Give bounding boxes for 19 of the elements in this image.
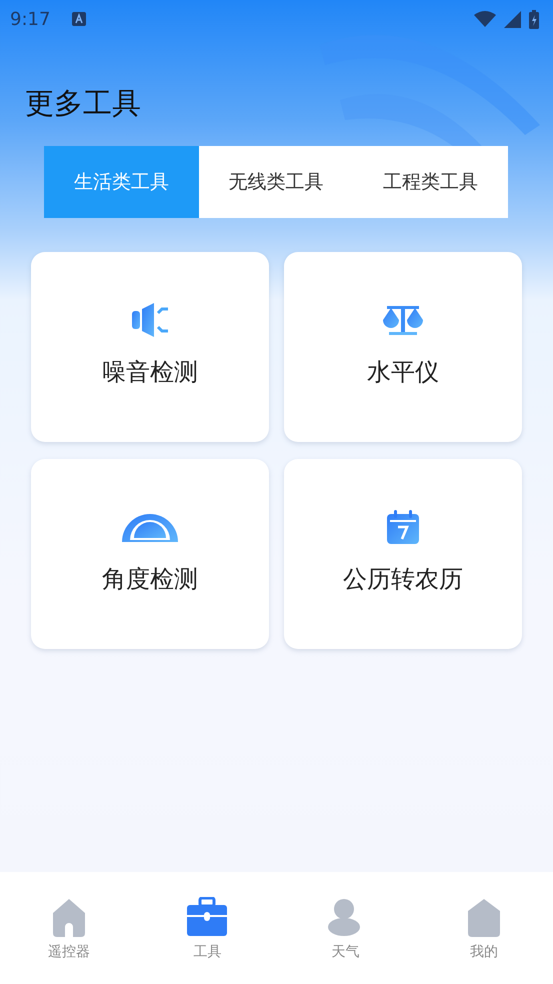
calendar-icon [387,510,419,544]
signal-icon [504,10,521,28]
scale-icon [381,304,425,336]
tool-label: 水平仪 [367,357,439,388]
tool-label: 公历转农历 [343,564,463,595]
tool-card[interactable]: 噪音检测 [31,252,269,442]
wifi-icon [474,11,496,27]
keyboard-icon [72,12,86,26]
battery-icon [529,10,539,28]
tool-card[interactable]: 角度检测 [31,459,269,649]
tool-label: 角度检测 [102,564,198,595]
protractor-icon [122,512,178,542]
tool-card[interactable]: 公历转农历 [284,459,522,649]
toolbox-icon [187,897,228,937]
tool-card[interactable]: 水平仪 [284,252,522,442]
tool-label: 噪音检测 [102,357,198,388]
speaker-icon [130,303,170,337]
page-title: 更多工具 [25,85,142,122]
status-time: 9:17 [10,8,50,30]
